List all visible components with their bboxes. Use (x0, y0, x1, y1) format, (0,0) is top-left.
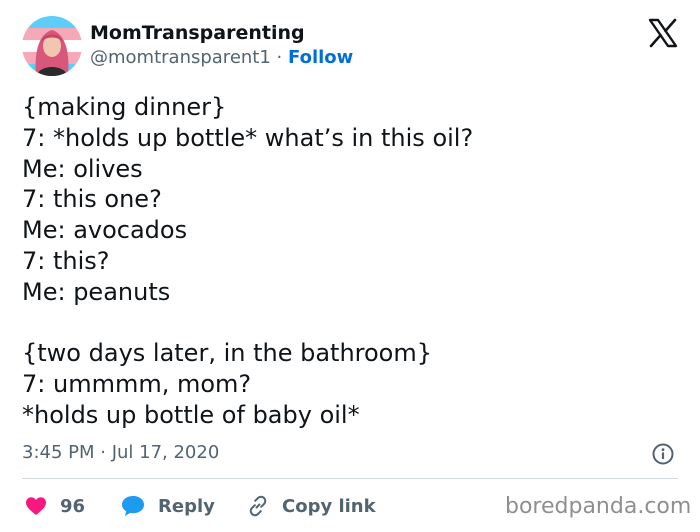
tweet-line: Me: avocados (22, 216, 188, 245)
copy-link-label: Copy link (282, 495, 376, 517)
info-icon[interactable] (651, 442, 675, 466)
tweet-timestamp[interactable]: 3:45 PM · Jul 17, 2020 (22, 442, 219, 463)
copy-link-button[interactable]: Copy link (246, 488, 376, 524)
reply-label: Reply (158, 495, 215, 517)
tweet-line: 7: *holds up bottle* what’s in this oil? (22, 123, 474, 152)
like-count: 96 (60, 495, 86, 517)
tweet-text: {making dinner} 7: *holds up bottle* wha… (22, 92, 672, 431)
watermark: boredpanda.com (505, 494, 692, 519)
heart-icon (26, 497, 46, 515)
tweet-header: MomTransparenting @momtransparent1 · Fol… (0, 0, 700, 90)
like-button[interactable]: 96 (24, 488, 85, 524)
follow-button[interactable]: Follow (288, 47, 353, 68)
reply-button[interactable]: Reply (120, 488, 215, 524)
tweet-line: Me: olives (22, 154, 143, 183)
divider (22, 478, 678, 479)
tweet-line: {making dinner} (22, 93, 227, 121)
separator-dot: · (276, 47, 283, 68)
author-handle[interactable]: @momtransparent1 (90, 47, 271, 68)
avatar[interactable] (22, 16, 82, 76)
tweet-line: *holds up bottle of baby oil* (22, 400, 360, 429)
tweet-line: 7: this? (22, 246, 110, 275)
tweet-line: Me: peanuts (22, 277, 171, 306)
x-logo-icon[interactable] (647, 17, 679, 49)
link-icon (249, 495, 267, 517)
tweet-line: 7: ummmm, mom? (22, 370, 252, 399)
tweet-line: {two days later, in the bathroom} (22, 339, 433, 368)
author-handle-line: @momtransparent1 · Follow (90, 47, 353, 68)
speech-bubble-icon (122, 496, 144, 516)
tweet-line: 7: this one? (22, 185, 162, 214)
author-name[interactable]: MomTransparenting (90, 22, 305, 44)
